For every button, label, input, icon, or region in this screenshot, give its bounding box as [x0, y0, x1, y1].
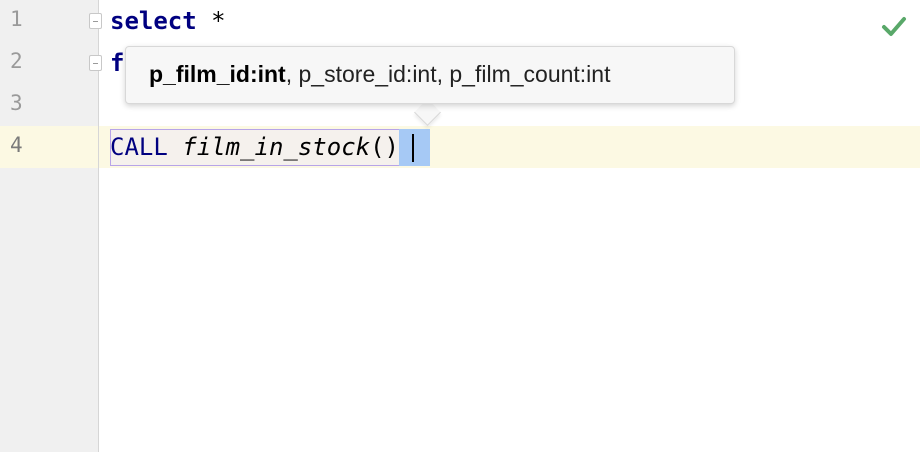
line-number-4: 4 — [10, 133, 23, 157]
parameter-info-tooltip: p_film_id:int, p_store_id:int, p_film_co… — [125, 46, 735, 104]
function-parens: () — [370, 133, 399, 161]
code-line-1[interactable]: select * — [110, 6, 226, 36]
function-name: film_in_stock — [182, 133, 371, 161]
code-line-2[interactable]: f — [110, 48, 124, 78]
line-number-3: 3 — [10, 91, 23, 115]
line-number-1: 1 — [10, 7, 23, 31]
fold-start-icon[interactable] — [89, 13, 102, 29]
sql-keyword-from-partial: f — [110, 49, 125, 77]
fold-end-icon[interactable] — [89, 55, 102, 71]
sql-keyword-select: select — [110, 7, 197, 35]
paren-selection — [399, 129, 430, 166]
other-parameters: , p_store_id:int, p_film_count:int — [285, 61, 611, 87]
sql-keyword-call: CALL — [110, 133, 168, 161]
current-parameter: p_film_id:int — [149, 61, 286, 87]
code-line-4[interactable]: CALL film_in_stock() — [110, 132, 399, 162]
select-star: * — [196, 7, 226, 35]
line-number-2: 2 — [10, 49, 23, 73]
checkmark-icon[interactable] — [880, 12, 908, 40]
text-caret — [412, 134, 414, 162]
